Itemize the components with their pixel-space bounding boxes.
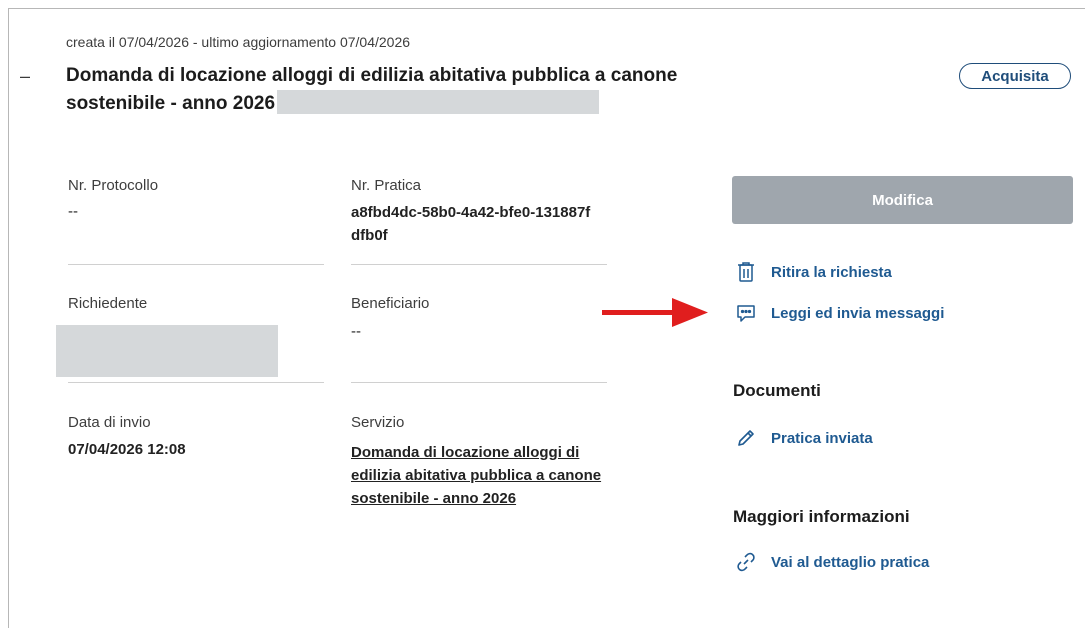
pencil-icon: [735, 427, 757, 449]
practice-detail-link[interactable]: Vai al dettaglio pratica: [735, 551, 929, 573]
withdraw-request-link[interactable]: Ritira la richiesta: [735, 261, 892, 283]
request-meta: creata il 07/04/2026 - ultimo aggiorname…: [66, 34, 411, 50]
send-date-label: Data di invio: [68, 414, 151, 431]
divider: [68, 264, 324, 265]
document-link[interactable]: Pratica inviata: [735, 427, 873, 449]
send-date-value: 07/04/2026 12:08: [68, 441, 186, 458]
protocol-value: --: [68, 203, 78, 220]
practice-label: Nr. Pratica: [351, 177, 422, 194]
service-link[interactable]: Domanda di locazione alloggi di edilizia…: [351, 444, 601, 507]
status-badge: Acquisita: [959, 63, 1071, 89]
request-title: Domanda di locazione alloggi di edilizia…: [66, 62, 766, 118]
service-value: Domanda di locazione alloggi di edilizia…: [351, 441, 606, 510]
applicant-label: Richiedente: [68, 295, 148, 312]
more-info-title: Maggiori informazioni: [733, 507, 910, 526]
messages-label: Leggi ed invia messaggi: [771, 304, 945, 322]
practice-detail-label: Vai al dettaglio pratica: [771, 553, 930, 571]
divider: [68, 382, 324, 383]
collapse-toggle[interactable]: –: [20, 66, 30, 87]
protocol-label: Nr. Protocollo: [68, 177, 159, 194]
redacted-block: [56, 325, 278, 377]
divider: [351, 382, 607, 383]
link-icon: [735, 551, 757, 573]
beneficiary-label: Beneficiario: [351, 295, 430, 312]
modify-button[interactable]: Modifica: [732, 176, 1073, 224]
document-label: Pratica inviata: [771, 429, 873, 447]
messages-link[interactable]: Leggi ed invia messaggi: [735, 302, 944, 324]
documents-title: Documenti: [733, 381, 821, 400]
beneficiary-value: --: [351, 323, 361, 340]
practice-value: a8fbd4dc-58b0-4a42-bfe0-131887fdfb0f: [351, 204, 591, 244]
service-label: Servizio: [351, 414, 405, 431]
divider: [351, 264, 607, 265]
red-arrow-annotation: [602, 298, 708, 327]
message-icon: [735, 302, 757, 324]
trash-icon: [735, 261, 757, 283]
withdraw-request-label: Ritira la richiesta: [771, 263, 892, 281]
redacted-block: [277, 89, 600, 114]
